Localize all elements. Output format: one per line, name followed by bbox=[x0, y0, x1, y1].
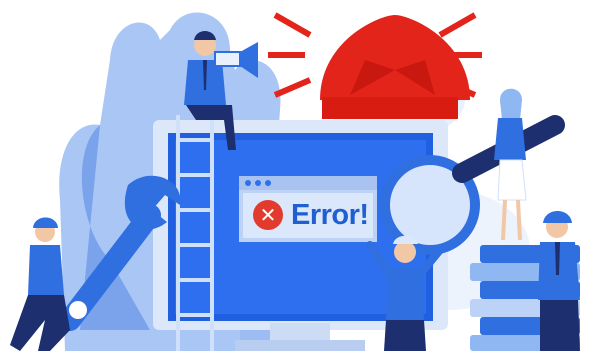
close-icon: ✕ bbox=[253, 200, 283, 230]
error-text: Error! bbox=[291, 198, 369, 231]
error-message: ✕ Error! bbox=[239, 191, 377, 239]
alarm-siren bbox=[268, 12, 482, 119]
error-illustration: ✕ Error! bbox=[0, 0, 602, 351]
person-worker-right bbox=[538, 211, 580, 351]
illustration-scene bbox=[10, 12, 580, 351]
person-worker-left bbox=[10, 217, 70, 351]
